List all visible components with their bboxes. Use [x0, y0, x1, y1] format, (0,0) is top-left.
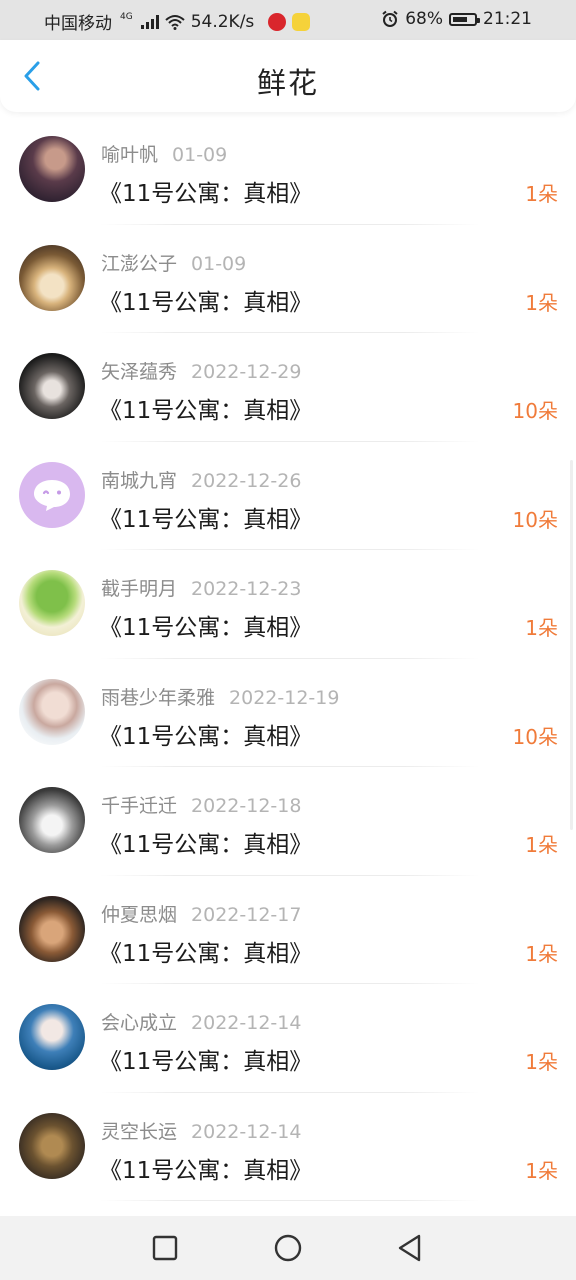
avatar[interactable]	[19, 678, 85, 745]
meta: 灵空长运 2022-12-14	[101, 1117, 301, 1144]
user-name[interactable]: 雨巷少年柔雅	[101, 687, 215, 709]
user-name[interactable]: 南城九宵	[101, 470, 177, 492]
signal-icon	[140, 14, 159, 29]
book-title[interactable]: 《11号公寓：真相》	[99, 608, 312, 642]
flower-count: 10朵	[512, 399, 558, 423]
flower-count: 10朵	[512, 507, 558, 532]
flower-count: 1朵	[525, 1050, 558, 1074]
avatar[interactable]	[19, 570, 85, 636]
date: 2022-12-14	[191, 1012, 302, 1034]
meta: 仲夏思烟 2022-12-17	[101, 900, 301, 927]
clock: 21:21	[483, 9, 532, 29]
list-item[interactable]: 江澎公子 01-09 《11号公寓：真相》 1朵	[0, 225, 576, 334]
meta: 南城九宵 2022-12-26	[101, 466, 301, 493]
flower-count: 1朵	[525, 182, 558, 206]
flower-record-list: 喻叶帆 01-09 《11号公寓：真相》 1朵 江澎公子 01-09 《11号公寓：…	[0, 116, 576, 1216]
battery-percent: 68%	[405, 9, 443, 29]
avatar[interactable]	[19, 895, 85, 962]
avatar[interactable]	[19, 136, 85, 202]
date: 2022-12-14	[191, 1120, 302, 1143]
home-button[interactable]	[270, 1230, 306, 1266]
meta: 江澎公子 01-09	[101, 249, 246, 276]
list-item[interactable]: 截手明月 2022-12-23 《11号公寓：真相》 1朵	[0, 550, 576, 659]
list-item[interactable]: 喻叶帆 01-09 《11号公寓：真相》 1朵	[0, 116, 576, 225]
date: 2022-12-19	[229, 686, 340, 709]
date: 2022-12-18	[191, 795, 302, 817]
book-title[interactable]: 《11号公寓：真相》	[99, 934, 312, 968]
user-name[interactable]: 江澎公子	[101, 253, 177, 275]
date: 2022-12-26	[191, 469, 302, 492]
notification-app-icon	[268, 12, 287, 31]
list-item[interactable]: 仲夏思烟 2022-12-17 《11号公寓：真相》 1朵	[0, 876, 576, 985]
book-title[interactable]: 《11号公寓：真相》	[99, 1042, 312, 1076]
default-avatar-icon	[34, 479, 70, 511]
user-name[interactable]: 千手迁迁	[101, 795, 177, 817]
recent-apps-icon	[152, 1235, 178, 1261]
meta: 截手明月 2022-12-23	[101, 574, 301, 601]
list-item[interactable]: 矢泽蕴秀 2022-12-29 《11号公寓：真相》 10朵	[0, 333, 576, 442]
list-item[interactable]: 灵空长运 2022-12-14 《11号公寓：真相》 1朵	[0, 1093, 576, 1202]
list-item[interactable]: 南城九宵 2022-12-26 《11号公寓：真相》 10朵	[0, 442, 576, 551]
book-title[interactable]: 《11号公寓：真相》	[99, 825, 312, 859]
system-nav-bar	[0, 1216, 576, 1280]
book-title[interactable]: 《11号公寓：真相》	[99, 1151, 312, 1185]
alarm-icon	[382, 10, 398, 27]
page-title: 鲜花	[256, 66, 319, 100]
meta: 矢泽蕴秀 2022-12-29	[101, 357, 301, 384]
back-icon	[398, 1234, 421, 1262]
user-name[interactable]: 截手明月	[101, 578, 177, 600]
meta: 喻叶帆 01-09	[101, 140, 227, 167]
header: 鲜花	[0, 40, 576, 112]
flower-count: 1朵	[525, 941, 558, 966]
flower-count: 1朵	[525, 616, 558, 640]
user-name[interactable]: 喻叶帆	[101, 144, 158, 166]
recent-apps-button[interactable]	[147, 1230, 183, 1266]
meta: 雨巷少年柔雅 2022-12-19	[101, 683, 339, 710]
user-name[interactable]: 会心成立	[101, 1012, 177, 1034]
system-back-button[interactable]	[392, 1230, 428, 1266]
book-title[interactable]: 《11号公寓：真相》	[99, 717, 312, 751]
user-name[interactable]: 矢泽蕴秀	[101, 361, 177, 383]
avatar[interactable]	[19, 1112, 85, 1179]
avatar[interactable]	[19, 461, 85, 528]
wifi-icon	[165, 14, 185, 30]
avatar[interactable]	[19, 353, 85, 419]
meta: 会心成立 2022-12-14	[101, 1008, 301, 1035]
home-icon	[274, 1234, 302, 1262]
network-speed: 54.2K/s	[190, 11, 255, 32]
date: 2022-12-23	[191, 578, 302, 600]
list-item[interactable]: 雨巷少年柔雅 2022-12-19 《11号公寓：真相》 10朵	[0, 659, 576, 768]
avatar[interactable]	[19, 244, 85, 311]
date: 2022-12-29	[191, 361, 302, 383]
book-title[interactable]: 《11号公寓：真相》	[99, 283, 312, 317]
book-title[interactable]: 《11号公寓：真相》	[99, 174, 312, 208]
flower-count: 10朵	[512, 724, 558, 749]
notification-app-icon-2	[292, 12, 311, 31]
date: 01-09	[191, 252, 247, 275]
carrier-label: 中国移动	[44, 14, 112, 34]
avatar[interactable]	[19, 787, 85, 853]
list-item[interactable]: 千手迁迁 2022-12-18 《11号公寓：真相》 1朵	[0, 767, 576, 876]
flower-count: 1朵	[525, 1158, 558, 1183]
meta: 千手迁迁 2022-12-18	[101, 791, 301, 818]
avatar[interactable]	[19, 1004, 85, 1070]
status-bar: 中国移动 4G 54.2K/s 68% 21:21	[0, 0, 576, 40]
list-item[interactable]: 会心成立 2022-12-14 《11号公寓：真相》 1朵	[0, 984, 576, 1093]
book-title[interactable]: 《11号公寓：真相》	[99, 391, 312, 425]
date: 2022-12-17	[191, 903, 302, 926]
flower-count: 1朵	[525, 290, 558, 315]
flower-count: 1朵	[525, 833, 558, 857]
scrollbar[interactable]	[570, 460, 573, 830]
user-name[interactable]: 灵空长运	[101, 1121, 177, 1143]
user-name[interactable]: 仲夏思烟	[101, 904, 177, 926]
date: 01-09	[172, 144, 228, 166]
status-right: 68% 21:21	[381, 9, 532, 29]
network-type: 4G	[120, 12, 133, 22]
status-left: 中国移动 4G 54.2K/s	[44, 9, 311, 34]
book-title[interactable]: 《11号公寓：真相》	[99, 500, 312, 534]
battery-icon	[449, 12, 480, 26]
